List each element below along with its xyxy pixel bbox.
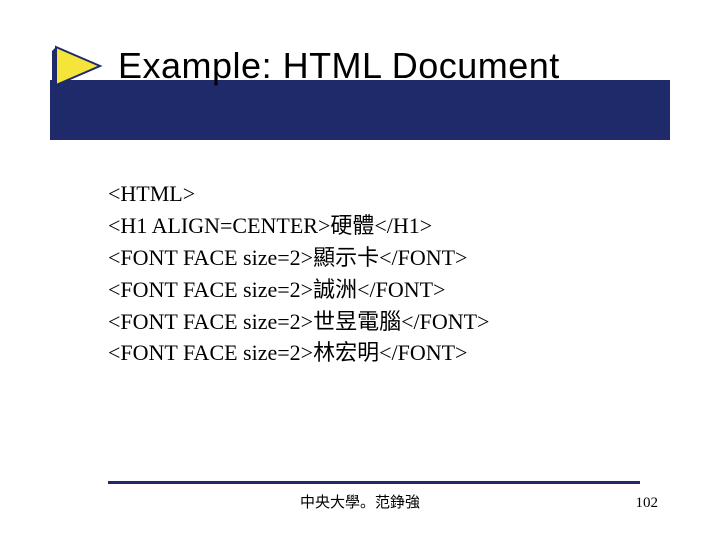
code-line: <HTML>	[108, 178, 640, 210]
code-block: <HTML> <H1 ALIGN=CENTER>硬體</H1> <FONT FA…	[108, 178, 640, 369]
code-line: <FONT FACE size=2>林宏明</FONT>	[108, 337, 640, 369]
slide: Example: HTML Document <HTML> <H1 ALIGN=…	[0, 0, 720, 540]
code-line: <FONT FACE size=2>世昱電腦</FONT>	[108, 306, 640, 338]
footer-divider	[108, 481, 640, 484]
title-row: Example: HTML Document	[50, 42, 670, 90]
code-line: <H1 ALIGN=CENTER>硬體</H1>	[108, 210, 640, 242]
code-line: <FONT FACE size=2>誠洲</FONT>	[108, 274, 640, 306]
footer-center-text: 中央大學。范錚強	[0, 491, 720, 512]
page-number: 102	[636, 495, 659, 512]
code-line: <FONT FACE size=2>顯示卡</FONT>	[108, 242, 640, 274]
title-area: Example: HTML Document	[50, 42, 670, 90]
slide-title: Example: HTML Document	[118, 45, 560, 87]
triangle-bullet-icon	[50, 43, 106, 89]
